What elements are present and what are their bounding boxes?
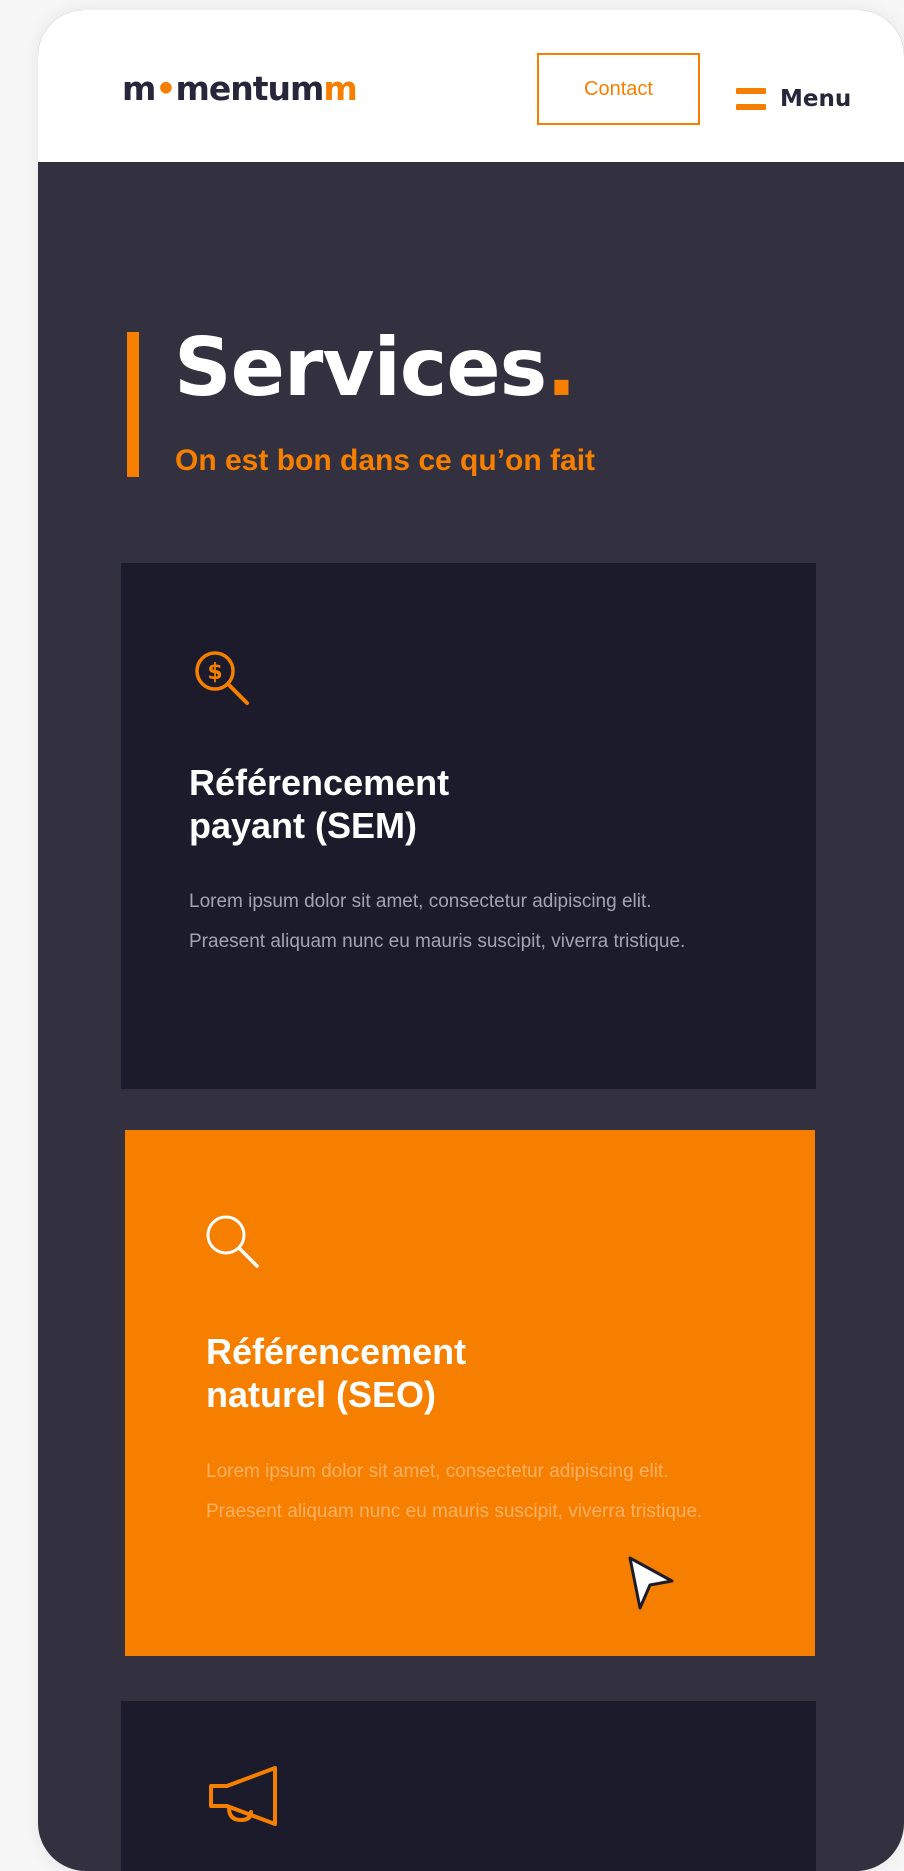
menu-label: Menu [780, 86, 852, 112]
page-title: Services. [174, 328, 577, 408]
service-card-marketing[interactable] [121, 1701, 816, 1871]
logo-part-1: m [122, 69, 156, 108]
page-title-text: Services [174, 321, 547, 414]
logo-part-3: m [323, 69, 357, 108]
hamburger-icon [736, 88, 766, 110]
svg-text:$: $ [207, 660, 222, 685]
service-card-title: Référencement naturel (SEO) [206, 1331, 467, 1416]
dollar-search-icon: $ [195, 651, 249, 705]
megaphone-icon [209, 1766, 277, 1826]
logo[interactable]: m•mentumm [122, 69, 358, 108]
page-title-dot: . [546, 321, 576, 414]
site-header: m•mentumm Contact Menu [38, 10, 904, 162]
service-card-seo[interactable]: Référencement naturel (SEO) Lorem ipsum … [125, 1130, 815, 1656]
hero-accent-bar [127, 332, 139, 477]
service-card-title: Référencement payant (SEM) [189, 762, 450, 847]
menu-button[interactable]: Menu [736, 86, 851, 112]
logo-dot: • [155, 69, 176, 108]
search-icon [206, 1215, 259, 1268]
mouse-cursor-icon [628, 1556, 674, 1610]
phone-frame: m•mentumm Contact Menu Services. On est … [38, 10, 904, 1871]
service-card-text: Lorem ipsum dolor sit amet, consectetur … [206, 1461, 703, 1522]
logo-part-2: mentum [175, 69, 324, 108]
service-card-text: Lorem ipsum dolor sit amet, consectetur … [189, 891, 686, 952]
contact-button[interactable]: Contact [537, 53, 700, 125]
page-subtitle: On est bon dans ce qu’on fait [175, 444, 596, 477]
service-card-sem[interactable]: $ Référencement payant (SEM) Lorem ipsum… [121, 563, 816, 1089]
